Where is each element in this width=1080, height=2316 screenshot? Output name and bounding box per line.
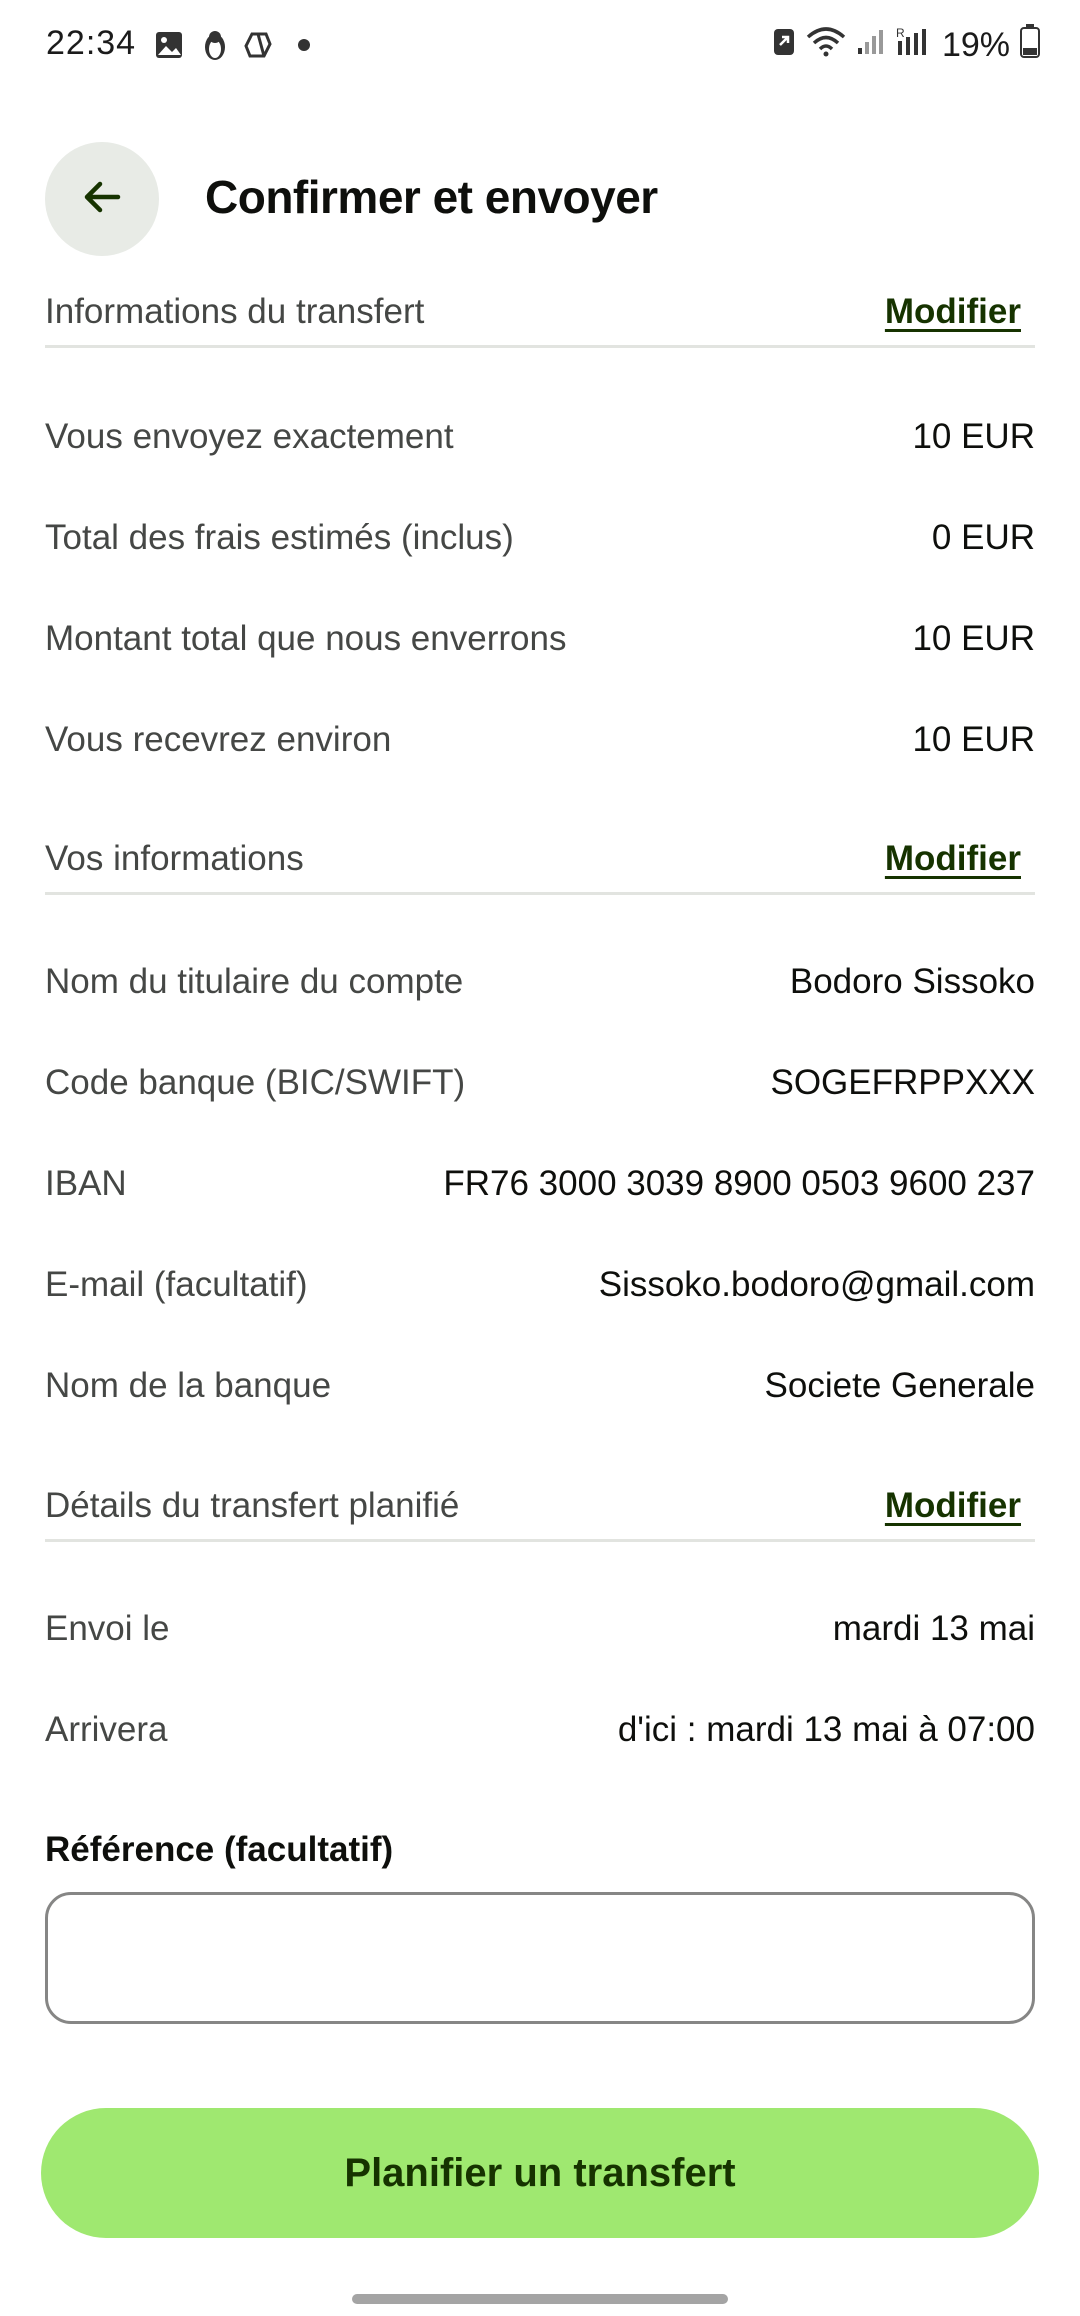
detail-row: Total des frais estimés (inclus) 0 EUR [45, 508, 1035, 568]
row-label: Vous envoyez exactement [45, 417, 454, 456]
section-your-info: Vos informations Modifier [45, 825, 1035, 895]
detail-row: Nom du titulaire du compte Bodoro Sissok… [45, 952, 1035, 1012]
detail-row: Vous recevrez environ 10 EUR [45, 710, 1035, 770]
row-label: Code banque (BIC/SWIFT) [45, 1063, 466, 1102]
detail-row: Montant total que nous enverrons 10 EUR [45, 609, 1035, 669]
row-label: Vous recevrez environ [45, 720, 392, 759]
detail-row: Vous envoyez exactement 10 EUR [45, 407, 1035, 467]
home-indicator[interactable] [352, 2294, 728, 2304]
system-icons: R 19% [772, 24, 1040, 67]
row-value: Societe Generale [764, 1366, 1035, 1405]
row-label: Nom de la banque [45, 1366, 332, 1405]
modify-transfer-link[interactable]: Modifier [885, 292, 1021, 332]
section-scheduled-transfer: Détails du transfert planifié Modifier [45, 1472, 1035, 1542]
detail-row: Envoi le mardi 13 mai [45, 1599, 1035, 1659]
battery-icon [1020, 24, 1040, 67]
section-title: Informations du transfert [45, 291, 425, 331]
more-notifications-dot [298, 39, 310, 51]
wifi-icon [806, 25, 846, 66]
battery-saver-icon [772, 25, 796, 66]
notification-icons [152, 28, 310, 62]
row-label: IBAN [45, 1164, 127, 1203]
row-value: d'ici : mardi 13 mai à 07:00 [617, 1710, 1035, 1749]
detail-row: Code banque (BIC/SWIFT) SOGEFRPPXXX [45, 1053, 1035, 1113]
row-value: 10 EUR [912, 417, 1035, 456]
detail-row: Nom de la banque Societe Generale [45, 1356, 1035, 1416]
detail-row: Arrivera d'ici : mardi 13 mai à 07:00 [45, 1700, 1035, 1760]
row-value: Bodoro Sissoko [789, 962, 1035, 1001]
detail-row: E-mail (facultatif) Sissoko.bodoro@gmail… [45, 1255, 1035, 1315]
page-header: Confirmer et envoyer [45, 142, 1035, 256]
row-label: Montant total que nous enverrons [45, 619, 567, 658]
row-value: 10 EUR [912, 619, 1035, 658]
row-value: FR76 3000 3039 8900 0503 9600 237 [443, 1164, 1035, 1203]
status-bar: 22:34 R 19% [0, 0, 1080, 92]
arrow-left-icon [80, 175, 124, 224]
row-value: SOGEFRPPXXX [770, 1063, 1035, 1102]
row-value: 0 EUR [931, 518, 1035, 557]
reference-label: Référence (facultatif) [45, 1830, 394, 1869]
row-label: Nom du titulaire du compte [45, 962, 464, 1001]
section-title: Vos informations [45, 838, 304, 878]
signal-icon [856, 26, 886, 65]
modify-your-info-link[interactable]: Modifier [885, 839, 1021, 879]
section-transfer-info: Informations du transfert Modifier [45, 278, 1035, 348]
schedule-transfer-label: Planifier un transfert [344, 2150, 736, 2195]
penguin-icon [198, 28, 232, 62]
row-label: Total des frais estimés (inclus) [45, 518, 514, 557]
row-value: Sissoko.bodoro@gmail.com [598, 1265, 1035, 1304]
svg-text:R: R [896, 26, 905, 40]
status-time: 22:34 [46, 24, 137, 62]
row-label: Envoi le [45, 1609, 170, 1648]
row-value: mardi 13 mai [832, 1609, 1035, 1648]
back-button[interactable] [45, 142, 159, 256]
schedule-transfer-button[interactable]: Planifier un transfert [41, 2108, 1039, 2238]
signal-roaming-icon: R [896, 25, 932, 66]
gallery-icon [152, 28, 186, 62]
page-title: Confirmer et envoyer [205, 171, 658, 223]
battery-percent: 19% [941, 26, 1010, 64]
row-label: E-mail (facultatif) [45, 1265, 308, 1304]
row-label: Arrivera [45, 1710, 168, 1749]
modify-schedule-link[interactable]: Modifier [885, 1486, 1021, 1526]
detail-row: IBAN FR76 3000 3039 8900 0503 9600 237 [45, 1154, 1035, 1214]
section-title: Détails du transfert planifié [45, 1485, 460, 1525]
copilot-icon [244, 28, 278, 62]
row-value: 10 EUR [912, 720, 1035, 759]
reference-input[interactable] [45, 1892, 1035, 2024]
